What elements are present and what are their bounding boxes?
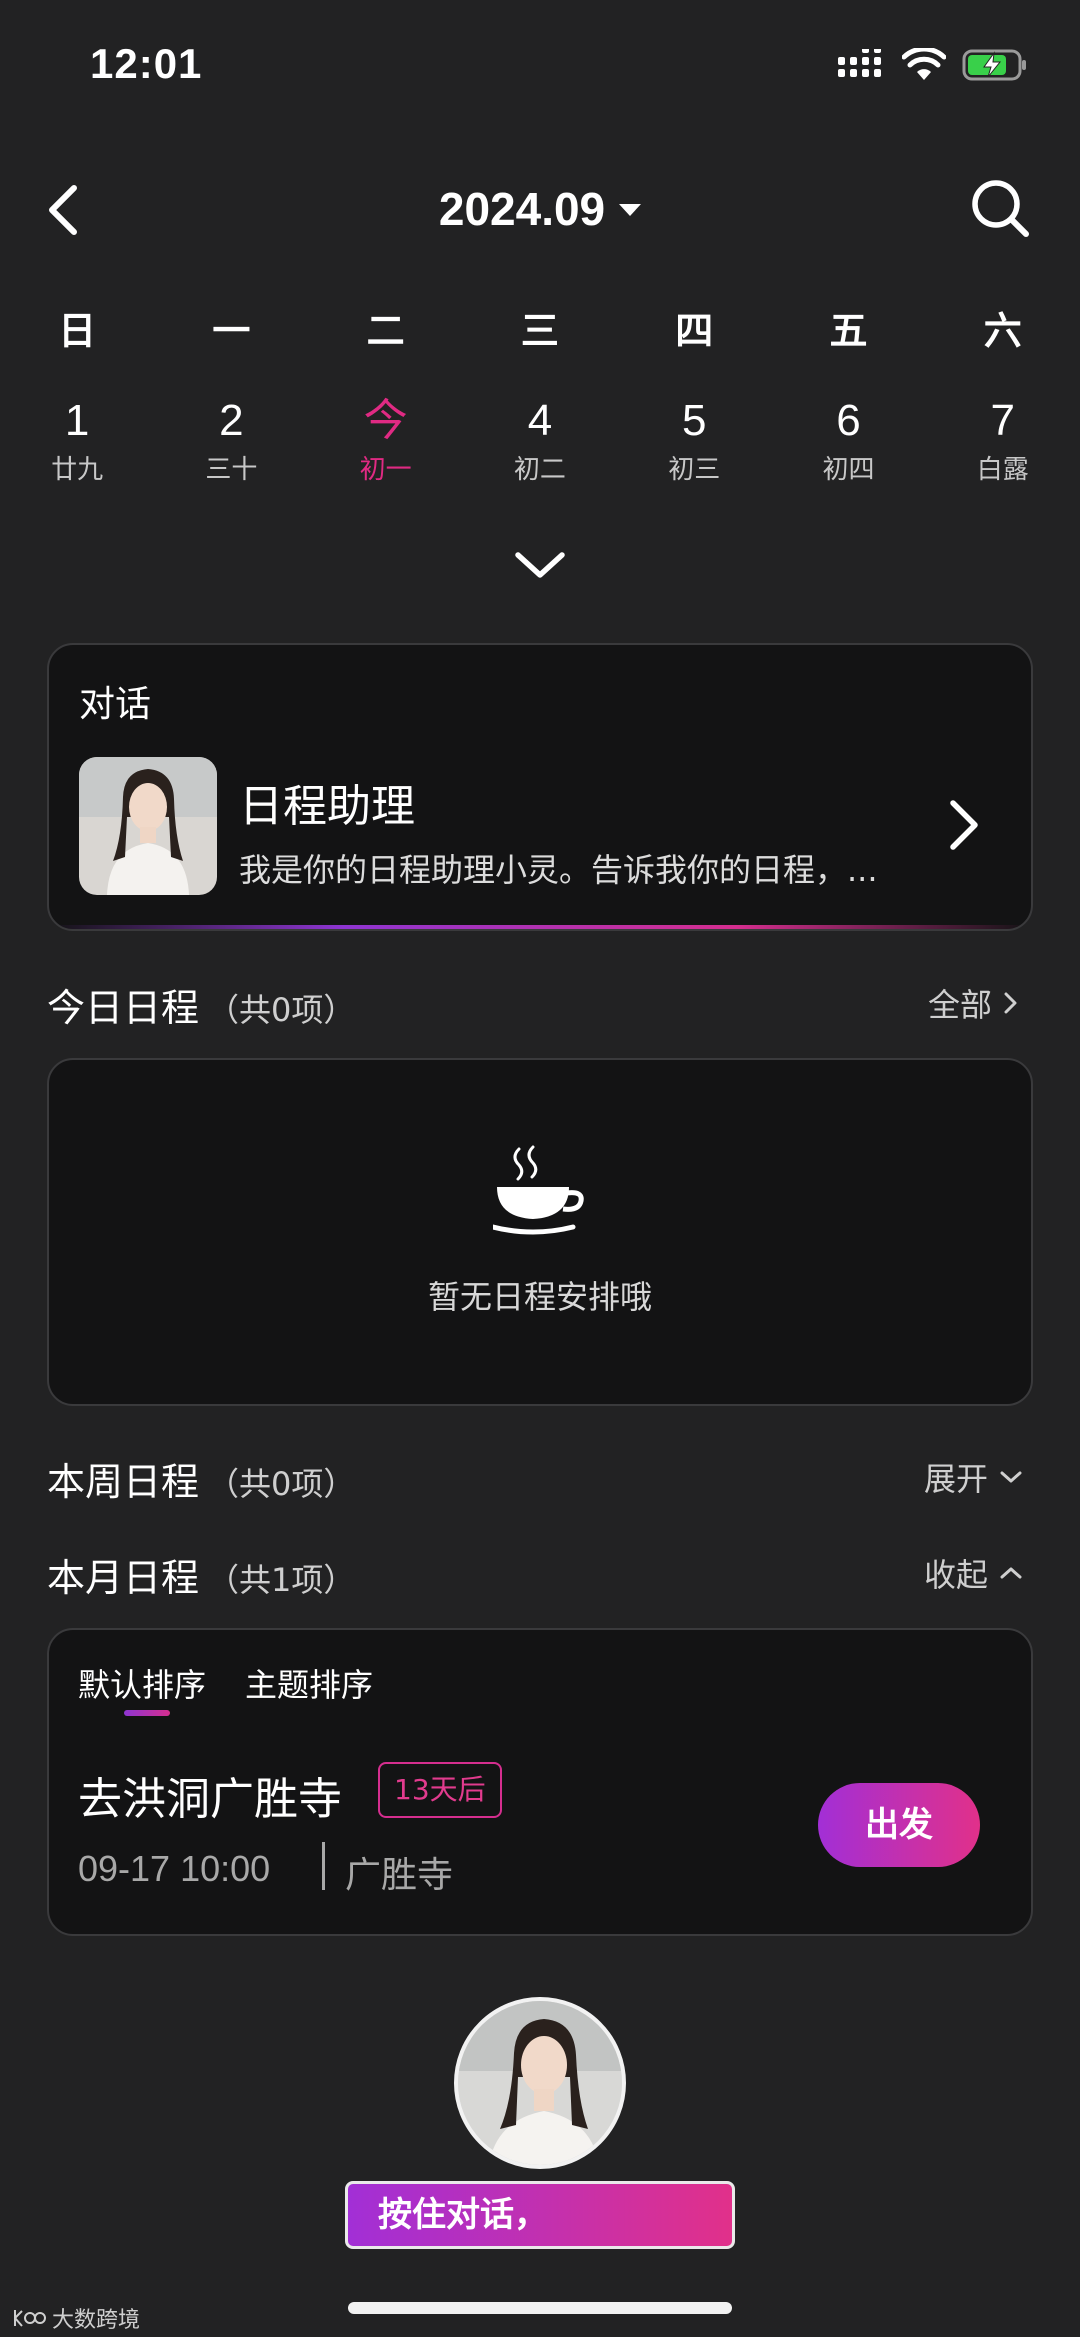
calendar-day[interactable]: 4 初二 bbox=[463, 395, 617, 486]
month-selector[interactable]: 2024.09 bbox=[0, 182, 1080, 236]
wifi-icon bbox=[902, 48, 946, 80]
event-time: 09-17 10:00 bbox=[78, 1848, 271, 1889]
today-empty-text: 暂无日程安排哦 bbox=[427, 1278, 652, 1316]
week-count: （共0项） bbox=[207, 1465, 356, 1503]
day-number: 7 bbox=[990, 396, 1015, 445]
assistant-avatar bbox=[79, 757, 217, 895]
weekday-label: 五 bbox=[829, 309, 868, 353]
lunar-date: 初二 bbox=[513, 455, 566, 485]
coffee-cup-icon bbox=[493, 1145, 584, 1235]
hold-to-talk-button[interactable]: 按住对话， bbox=[345, 2181, 735, 2249]
chat-card[interactable]: 对话 日程助理 我是你的日程助理小灵。告诉我你的日程，... bbox=[47, 643, 1033, 931]
today-all-link[interactable]: 全部 bbox=[928, 980, 1020, 1026]
week-title: 本周日程 bbox=[47, 1460, 200, 1504]
lunar-date: 三十 bbox=[205, 455, 258, 485]
weekday-label: 日 bbox=[58, 309, 97, 353]
today-all-label: 全部 bbox=[927, 986, 992, 1024]
day-number: 4 bbox=[527, 396, 553, 445]
status-icons bbox=[838, 48, 1028, 82]
chevron-up-icon bbox=[1000, 1567, 1022, 1579]
card-accent-line bbox=[49, 925, 1031, 929]
weekday-header: 日 一 二 三 四 五 六 bbox=[0, 300, 1080, 355]
caret-down-icon bbox=[619, 203, 642, 216]
cellular-signal-icon bbox=[838, 49, 881, 77]
weekday-label: 六 bbox=[983, 309, 1022, 353]
home-indicator[interactable] bbox=[348, 2302, 732, 2314]
chevron-right-icon bbox=[1004, 992, 1017, 1014]
sort-default-tab[interactable]: 默认排序 bbox=[78, 1660, 206, 1706]
month-label: 2024.09 bbox=[438, 183, 606, 235]
month-collapse-link[interactable]: 收起 bbox=[924, 1550, 1024, 1596]
today-count: （共0项） bbox=[207, 991, 356, 1029]
status-time: 12:01 bbox=[90, 40, 203, 87]
search-icon[interactable] bbox=[968, 176, 1032, 240]
sort-topic-tab[interactable]: 主题排序 bbox=[245, 1660, 373, 1706]
assistant-voice-avatar[interactable] bbox=[454, 1997, 626, 2169]
calendar-day-today[interactable]: 今 初一 bbox=[309, 395, 463, 486]
event-place: 广胜寺 bbox=[345, 1855, 454, 1896]
chevron-down-icon bbox=[1000, 1471, 1022, 1483]
month-section-title: 本月日程 （共1项） bbox=[47, 1547, 355, 1602]
lunar-date: 初四 bbox=[822, 455, 875, 485]
chevron-down-icon[interactable] bbox=[510, 545, 570, 585]
day-number: 2 bbox=[219, 396, 244, 445]
weekday-label: 二 bbox=[366, 309, 405, 353]
event-title[interactable]: 去洪洞广胜寺 bbox=[78, 1763, 342, 1827]
calendar-day[interactable]: 2 三十 bbox=[154, 395, 308, 486]
assistant-name: 日程助理 bbox=[239, 781, 415, 832]
lunar-date: 廿九 bbox=[51, 455, 104, 485]
today-title: 今日日程 bbox=[47, 986, 200, 1030]
month-count: （共1项） bbox=[207, 1561, 356, 1599]
countdown-badge: 13天后 bbox=[378, 1762, 502, 1818]
day-number: 6 bbox=[836, 396, 861, 445]
lunar-date: 白露 bbox=[976, 455, 1029, 485]
month-collapse-label: 收起 bbox=[923, 1556, 988, 1594]
battery-charging-icon bbox=[962, 49, 1026, 81]
divider bbox=[322, 1842, 325, 1890]
calendar-day[interactable]: 7 白露 bbox=[926, 395, 1080, 486]
day-number: 今 bbox=[363, 396, 408, 445]
chevron-right-icon bbox=[950, 800, 978, 850]
weekday-label: 三 bbox=[520, 309, 559, 353]
weekday-label: 一 bbox=[212, 309, 251, 353]
watermark: 大数跨境 bbox=[12, 2302, 140, 2334]
depart-button[interactable]: 出发 bbox=[818, 1783, 980, 1867]
week-expand-link[interactable]: 展开 bbox=[924, 1454, 1024, 1500]
today-section-title: 今日日程 （共0项） bbox=[47, 977, 355, 1032]
watermark-logo-icon bbox=[14, 2310, 46, 2327]
weekday-label: 四 bbox=[675, 309, 714, 353]
week-expand-label: 展开 bbox=[923, 1460, 988, 1498]
calendar-day[interactable]: 5 初三 bbox=[617, 395, 771, 486]
calendar-day[interactable]: 6 初四 bbox=[771, 395, 925, 486]
day-number: 1 bbox=[64, 396, 90, 445]
lunar-date: 初一 bbox=[359, 455, 412, 485]
week-days: 1 廿九 2 三十 今 初一 4 初二 5 初三 6 初四 7 白露 bbox=[0, 395, 1080, 486]
lunar-date: 初三 bbox=[668, 455, 721, 485]
chat-card-heading: 对话 bbox=[79, 684, 152, 725]
calendar-day[interactable]: 1 廿九 bbox=[0, 395, 154, 486]
active-tab-indicator bbox=[124, 1710, 170, 1716]
week-section-title: 本周日程 （共0项） bbox=[47, 1451, 355, 1506]
month-section-label: 本月日程 bbox=[47, 1556, 200, 1600]
chat-preview: 我是你的日程助理小灵。告诉我你的日程，... bbox=[239, 851, 878, 889]
day-number: 5 bbox=[681, 396, 707, 445]
watermark-text: 大数跨境 bbox=[52, 2308, 141, 2333]
